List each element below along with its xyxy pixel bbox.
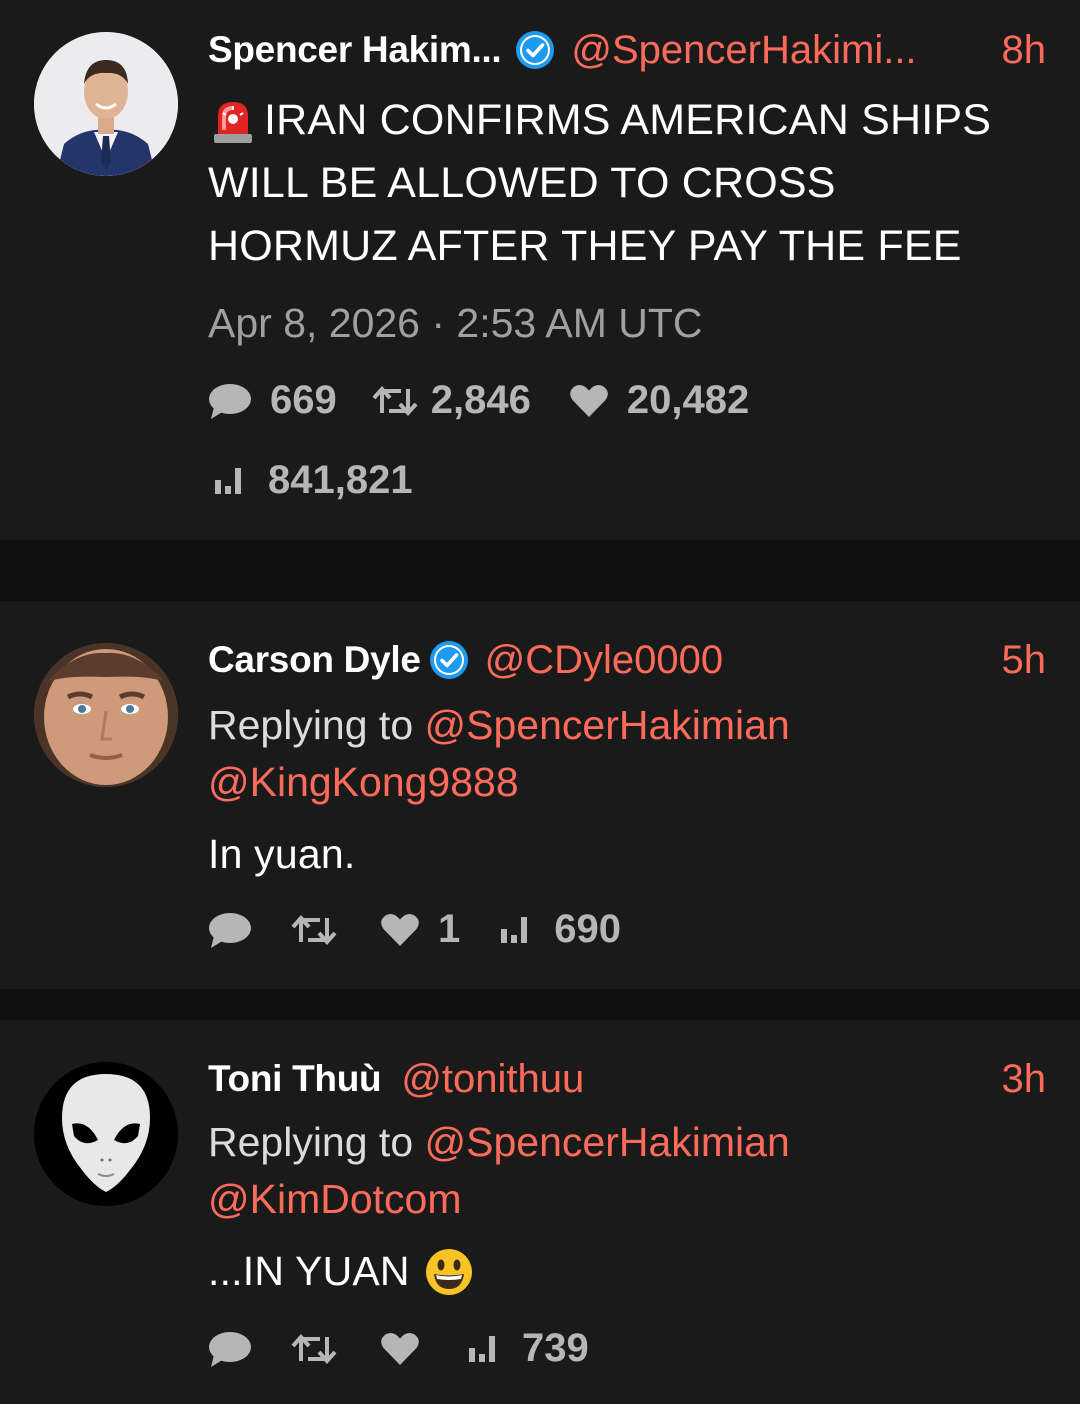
views-count: 690: [554, 907, 621, 951]
tweet-time[interactable]: 8h: [1002, 28, 1047, 73]
author-handle[interactable]: @SpencerHakimi...: [571, 28, 916, 73]
reply-icon: [209, 1331, 251, 1367]
replying-to: Replying to @SpencerHakimian @KimDotcom: [208, 1114, 1046, 1228]
tweet-text-content: ...IN YUAN: [208, 1248, 410, 1294]
reply-button[interactable]: 669: [208, 378, 337, 423]
heart-icon: [381, 913, 419, 946]
reply-count: 669: [270, 378, 337, 422]
views-chart-icon: [501, 916, 528, 943]
reply-icon: [209, 383, 251, 419]
tweet-stats: 739: [208, 1326, 589, 1371]
author-name[interactable]: Carson Dyle: [208, 639, 421, 681]
tweet-card-3[interactable]: Toni Thuù @tonithuu 3h Replying to @Spen…: [0, 1020, 1080, 1404]
mention-link[interactable]: @SpencerHakimian: [425, 702, 790, 748]
avatar-photo-icon: [34, 643, 178, 787]
reply-icon: [209, 912, 251, 948]
retweet-icon: [291, 914, 337, 945]
tweet-stats: 1 690: [208, 907, 621, 952]
reply-button[interactable]: [208, 1329, 252, 1369]
retweet-button[interactable]: 2,846: [371, 378, 531, 423]
retweet-count: 2,846: [430, 378, 531, 422]
tweet-text: In yuan.: [208, 831, 356, 877]
views-button[interactable]: 690: [500, 907, 621, 952]
views-chart-icon: [215, 467, 241, 494]
tweet-text: ...IN YUAN: [208, 1240, 1040, 1303]
views-count: 841,821: [268, 458, 413, 502]
tweet-time[interactable]: 5h: [1002, 638, 1047, 683]
tweet-text-line-2: WILL BE ALLOWED TO CROSS: [208, 159, 836, 207]
like-count: 1: [438, 907, 461, 951]
tweet-text-line-3: HORMUZ AFTER THEY PAY THE FEE: [208, 222, 962, 270]
like-button[interactable]: 20,482: [569, 378, 749, 423]
tweet-header: Spencer Hakim... @SpencerHakimi... 8h: [208, 22, 1046, 78]
author-name[interactable]: Spencer Hakim...: [208, 29, 502, 71]
reply-button[interactable]: [208, 910, 252, 950]
heart-icon: [381, 1332, 419, 1365]
views-button[interactable]: 841,821: [208, 458, 413, 503]
heart-icon: [570, 384, 608, 417]
mention-link[interactable]: @KingKong9888: [208, 759, 519, 805]
verified-badge-icon: [516, 31, 555, 69]
tweet-views: 841,821: [208, 458, 413, 503]
retweet-button[interactable]: [290, 914, 338, 946]
tweet-time[interactable]: 3h: [1002, 1057, 1047, 1102]
replying-to: Replying to @SpencerHakimian @KingKong98…: [208, 697, 1046, 811]
author-handle[interactable]: @CDyle0000: [485, 638, 724, 683]
tweet-text: IRAN CONFIRMS AMERICAN SHIPS WILL BE ALL…: [208, 89, 1040, 278]
tweet-text-line-1: IRAN CONFIRMS AMERICAN SHIPS: [264, 96, 992, 144]
avatar-photo-icon: [34, 32, 178, 176]
views-chart-icon: [469, 1335, 495, 1362]
avatar[interactable]: [34, 643, 178, 787]
avatar[interactable]: [34, 32, 178, 176]
replying-label: Replying to: [208, 1119, 414, 1165]
mention-link[interactable]: @SpencerHakimian: [425, 1119, 790, 1165]
tweet-text-line: IRAN CONFIRMS AMERICAN SHIPS: [208, 89, 1040, 152]
views-count: 739: [522, 1326, 589, 1370]
verified-badge-icon: [429, 641, 468, 679]
tweet-header: Carson Dyle @CDyle0000 5h: [208, 632, 1046, 688]
tweet-card-1[interactable]: Spencer Hakim... @SpencerHakimi... 8h IR…: [0, 0, 1080, 540]
views-button[interactable]: 739: [468, 1326, 589, 1371]
tweet-card-2[interactable]: Carson Dyle @CDyle0000 5h Replying to @S…: [0, 601, 1080, 989]
like-button[interactable]: 1: [380, 907, 460, 952]
tweet-header: Toni Thuù @tonithuu 3h: [208, 1051, 1046, 1107]
police-light-icon: [214, 101, 252, 143]
mention-link[interactable]: @KimDotcom: [208, 1176, 462, 1222]
tweet-stats: 669 2,846 20,482: [208, 378, 749, 423]
author-name[interactable]: Toni Thuù: [208, 1058, 382, 1100]
replying-label: Replying to: [208, 702, 414, 748]
like-count: 20,482: [626, 378, 750, 422]
tweet-date: Apr 8, 2026 · 2:53 AM UTC: [208, 300, 703, 346]
retweet-button[interactable]: [290, 1333, 338, 1365]
grinning-face-icon: [425, 1248, 472, 1295]
alien-avatar-icon: [34, 1062, 178, 1206]
like-button[interactable]: [380, 1331, 420, 1367]
author-handle[interactable]: @tonithuu: [401, 1057, 584, 1102]
avatar[interactable]: [34, 1062, 178, 1206]
retweet-icon: [291, 1333, 337, 1364]
retweet-icon: [372, 385, 418, 416]
